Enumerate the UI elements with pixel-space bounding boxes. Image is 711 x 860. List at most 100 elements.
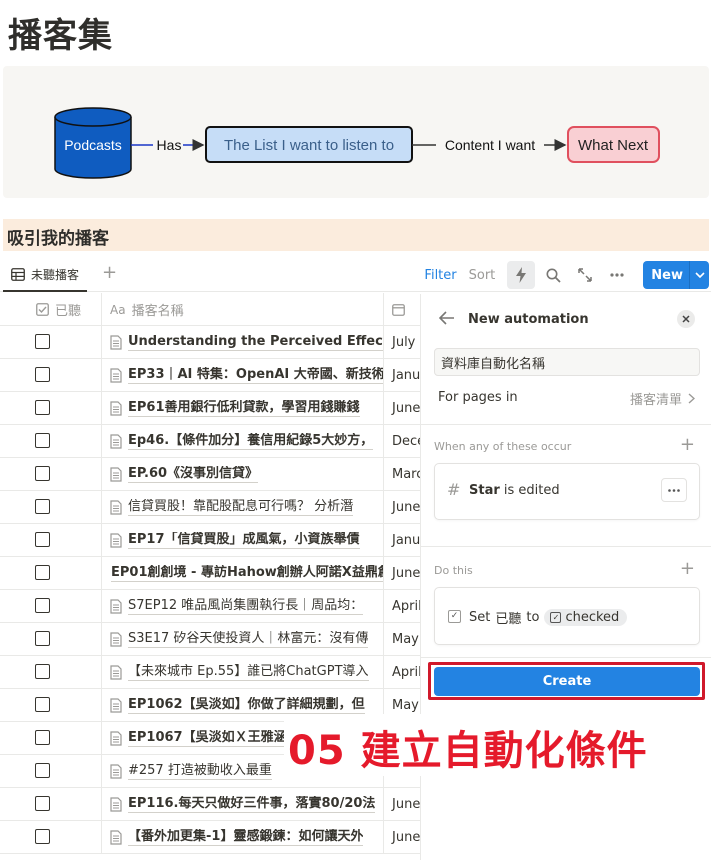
row-checkbox[interactable] [35, 631, 50, 646]
step-caption: 05 建立自動化條件 [284, 714, 696, 776]
checkbox-cell [0, 821, 102, 853]
automation-button[interactable] [507, 261, 536, 289]
checkbox-cell [0, 491, 102, 523]
checkbox-cell [0, 656, 102, 688]
row-checkbox[interactable] [35, 499, 50, 514]
action-value: checked [565, 610, 620, 625]
view-tab-unheard[interactable]: 未聽播客 [3, 258, 88, 292]
new-dropdown-button[interactable] [689, 261, 709, 289]
chevron-down-icon [694, 272, 705, 278]
automation-name-input[interactable] [434, 348, 700, 376]
date-cell: Marc [392, 466, 420, 482]
row-checkbox[interactable] [35, 598, 50, 613]
close-icon[interactable] [677, 310, 695, 328]
back-arrow-icon[interactable] [438, 310, 455, 329]
table-row[interactable]: EP01創創境 - 專訪Hahow創辦人阿諾X益鼎創 June [0, 557, 420, 590]
column-header-name[interactable]: Aa 播客名稱 [102, 293, 384, 326]
name-cell[interactable]: EP33｜AI 特集：OpenAI 大帝國、新技術 [102, 359, 384, 391]
date-cell: May [392, 631, 419, 647]
ellipsis-icon [668, 488, 680, 492]
name-cell[interactable]: Ep46.【條件加分】養信用紀錄5大妙方， [102, 425, 384, 457]
trigger-more-button[interactable] [661, 478, 687, 502]
column-header-checked[interactable]: 已聽 [0, 293, 102, 326]
name-cell[interactable]: EP116.每天只做好三件事，落實80/20法 [102, 788, 384, 820]
sort-button[interactable]: Sort [469, 268, 496, 283]
trigger-suffix: is edited [503, 483, 560, 498]
action-value-chip[interactable]: ✓ checked [544, 609, 628, 626]
filter-button[interactable]: Filter [424, 268, 456, 283]
name-cell[interactable]: 信貸買股！靠配股配息可行嗎？ 分析潛 [102, 491, 384, 523]
podcast-name: 【未來城市 Ep.55】誰已將ChatGPT導入 [128, 663, 369, 681]
row-checkbox[interactable] [35, 466, 50, 481]
table-row[interactable]: EP61善用銀行低利貸款，學習用錢賺錢 June [0, 392, 420, 425]
table-row[interactable]: Understanding the Perceived Effectivenes… [0, 326, 420, 359]
database-selector[interactable]: 播客清單 [630, 389, 695, 408]
divider [421, 546, 711, 547]
name-cell[interactable]: EP17「信貸買股」成風氣，小資族舉債 [102, 524, 384, 556]
table-row[interactable]: EP17「信貸買股」成風氣，小資族舉債 Janu [0, 524, 420, 557]
table-row[interactable]: EP33｜AI 特集：OpenAI 大帝國、新技術 Janua [0, 359, 420, 392]
row-checkbox[interactable] [35, 367, 50, 382]
table-row[interactable]: 【番外加更集-1】靈感鍛鍊：如何讓天外 June [0, 821, 420, 854]
podcast-name: EP1067【吳淡如Ｘ王雅涵 [128, 729, 287, 747]
add-trigger-icon[interactable]: + [680, 436, 695, 454]
more-options-button[interactable] [603, 261, 631, 289]
row-checkbox[interactable] [35, 730, 50, 745]
name-cell[interactable]: 【未來城市 Ep.55】誰已將ChatGPT導入 [102, 656, 384, 688]
name-cell[interactable]: S7EP12 唯品風尚集團執行長｜周品均： [102, 590, 384, 622]
create-button[interactable]: Create [434, 667, 700, 696]
podcast-name: EP116.每天只做好三件事，落實80/20法 [128, 795, 376, 813]
podcast-name: EP17「信貸買股」成風氣，小資族舉債 [128, 531, 360, 549]
table-row[interactable]: EP116.每天只做好三件事，落實80/20法 June [0, 788, 420, 821]
action-property: 已聽 [495, 612, 522, 627]
row-checkbox[interactable] [35, 664, 50, 679]
column-header-checked-label: 已聽 [55, 304, 82, 319]
number-property-icon: # [447, 480, 461, 499]
name-cell[interactable]: S3E17 矽谷天使投資人｜林富元：沒有傳 [102, 623, 384, 655]
row-checkbox[interactable] [35, 796, 50, 811]
row-checkbox[interactable] [35, 433, 50, 448]
list-node: The List I want to listen to [205, 126, 413, 163]
ellipsis-icon [610, 273, 624, 277]
row-checkbox[interactable] [35, 763, 50, 778]
table-row[interactable]: EP.60《沒事別信貸》 Marc [0, 458, 420, 491]
add-view-icon[interactable]: + [102, 262, 117, 283]
name-cell[interactable]: EP61善用銀行低利貸款，學習用錢賺錢 [102, 392, 384, 424]
new-button-group: New [643, 261, 709, 289]
row-checkbox[interactable] [35, 565, 50, 580]
expand-button[interactable] [571, 261, 599, 289]
page-icon [110, 664, 122, 680]
title-property-icon: Aa [110, 302, 126, 317]
checkbox-cell [0, 557, 102, 589]
page-icon [110, 532, 122, 548]
table-row[interactable]: Ep46.【條件加分】養信用紀錄5大妙方， Dece [0, 425, 420, 458]
name-cell[interactable]: 【番外加更集-1】靈感鍛鍊：如何讓天外 [102, 821, 384, 853]
row-checkbox[interactable] [35, 334, 50, 349]
page-title: 播客集 [8, 16, 113, 56]
table-row[interactable]: S3E17 矽谷天使投資人｜林富元：沒有傳 May [0, 623, 420, 656]
trigger-card[interactable]: # Star is edited [434, 463, 700, 520]
row-checkbox[interactable] [35, 697, 50, 712]
action-card[interactable]: ✓ Set 已聽 to ✓ checked [434, 587, 700, 645]
podcast-name: EP01創創境 - 專訪Hahow創辦人阿諾X益鼎創 [111, 564, 383, 582]
row-checkbox[interactable] [35, 829, 50, 844]
name-cell[interactable]: EP01創創境 - 專訪Hahow創辦人阿諾X益鼎創 [102, 557, 384, 589]
date-cell: July [392, 334, 416, 350]
column-header-date[interactable] [384, 293, 420, 326]
row-checkbox[interactable] [35, 400, 50, 415]
podcast-name: EP61善用銀行低利貸款，學習用錢賺錢 [128, 399, 360, 417]
date-cell: April [392, 664, 420, 680]
row-checkbox[interactable] [35, 532, 50, 547]
search-button[interactable] [539, 261, 567, 289]
checkbox-cell [0, 623, 102, 655]
name-cell[interactable]: EP.60《沒事別信貸》 [102, 458, 384, 490]
table-row[interactable]: 【未來城市 Ep.55】誰已將ChatGPT導入 April [0, 656, 420, 689]
new-button[interactable]: New [643, 261, 689, 289]
name-cell[interactable]: Understanding the Perceived Effectivenes… [102, 326, 384, 358]
date-cell: Dece [392, 433, 420, 449]
table-row[interactable]: 信貸買股！靠配股配息可行嗎？ 分析潛 June [0, 491, 420, 524]
podcast-name: EP.60《沒事別信貸》 [128, 465, 259, 483]
divider [421, 657, 711, 658]
add-action-icon[interactable]: + [680, 560, 695, 578]
table-row[interactable]: S7EP12 唯品風尚集團執行長｜周品均： April [0, 590, 420, 623]
